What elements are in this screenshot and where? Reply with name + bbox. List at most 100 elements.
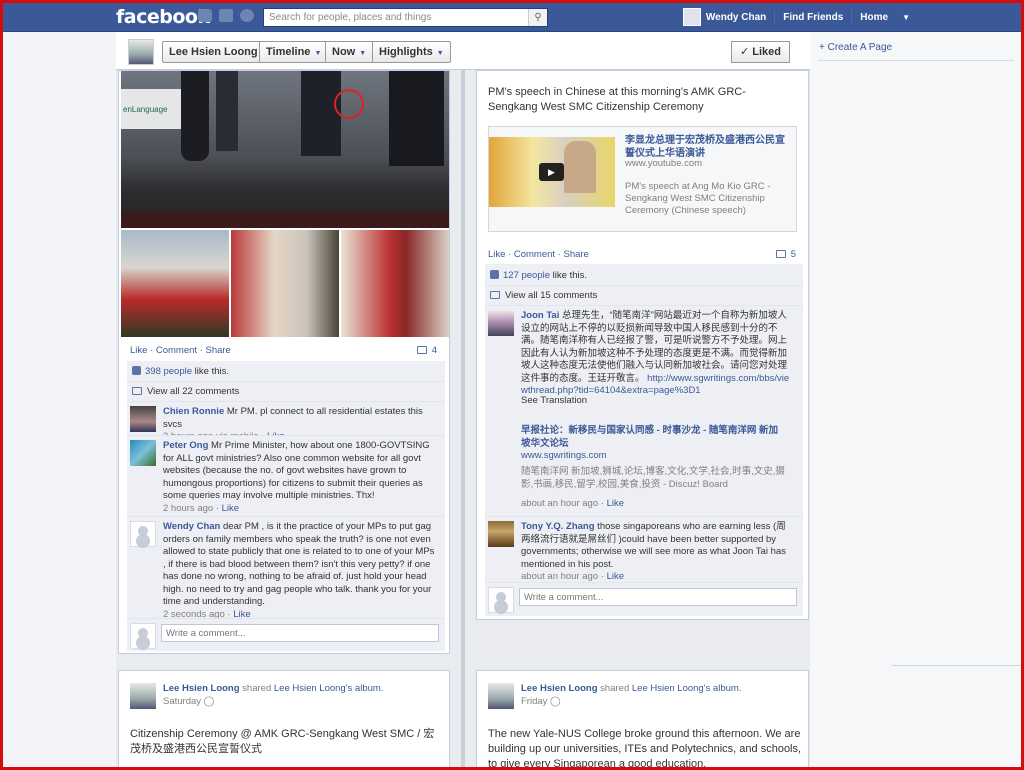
photo-thumbnail[interactable] xyxy=(121,230,229,337)
legs xyxy=(389,71,444,166)
comment-time: about an hour ago xyxy=(521,571,599,582)
shared-target[interactable]: Lee Hsien Loong's xyxy=(274,683,352,694)
view-all-label: View all 22 comments xyxy=(147,386,240,397)
album-link[interactable]: album. xyxy=(713,683,742,694)
facebook-logo[interactable]: facebook xyxy=(116,6,210,28)
post-actions[interactable]: Like · Comment · Share xyxy=(488,249,589,260)
user-name-link[interactable]: Wendy Chan xyxy=(706,12,766,23)
likes-count-link[interactable]: 127 people xyxy=(503,270,550,281)
profile-name-button[interactable]: Lee Hsien Loong xyxy=(162,41,265,63)
post-header: Lee Hsien Loong shared Lee Hsien Loong's… xyxy=(521,683,741,708)
messages-icon[interactable] xyxy=(219,9,233,22)
profile-bar: Lee Hsien Loong Timeline ▼ Now ▼ Highlight… xyxy=(116,32,810,70)
main-photo[interactable]: enLanguage xyxy=(121,71,449,228)
home-link[interactable]: Home xyxy=(860,12,888,23)
photo-post: enLanguage Like · Comment · Share 4 398 … xyxy=(118,70,450,654)
avatar[interactable] xyxy=(682,8,701,26)
post-actions[interactable]: Like · Comment · Share xyxy=(130,345,231,356)
shared-target[interactable]: Lee Hsien Loong's xyxy=(632,683,710,694)
now-dropdown[interactable]: Now ▼ xyxy=(325,41,374,63)
right-divider-lower xyxy=(892,665,1022,666)
search-placeholder: Search for people, places and things xyxy=(269,12,432,23)
link-title[interactable]: 早报社论：新移民与国家认同感 - 时事沙龙 - 随笔南洋网 新加坡华文论坛 xyxy=(521,425,783,450)
link-description: 随笔南洋网 新加坡,狮城,论坛,博客,文化,文学,社会,时事,文史,摄影,书画,… xyxy=(521,466,785,490)
avatar[interactable] xyxy=(488,521,514,547)
left-background xyxy=(0,32,116,770)
comment-like-link[interactable]: Like xyxy=(607,571,624,582)
video-post: PM's speech in Chinese at this morning's… xyxy=(476,70,809,620)
liked-button[interactable]: ✓ Liked xyxy=(730,41,790,63)
profile-name: Lee Hsien Loong xyxy=(169,46,258,58)
globe-small-icon: ◯ xyxy=(550,695,561,707)
post-header: Lee Hsien Loong shared Lee Hsien Loong's… xyxy=(163,683,383,708)
divider xyxy=(774,10,776,24)
divider xyxy=(851,10,853,24)
comment-count[interactable]: 4 xyxy=(416,345,437,356)
view-all-comments[interactable]: View all 22 comments xyxy=(132,386,239,397)
comment-count[interactable]: 5 xyxy=(775,249,796,260)
comment-text: dear PM , is it the practice of your MPs… xyxy=(163,521,435,607)
view-all-comments[interactable]: View all 15 comments xyxy=(490,290,597,301)
likes-row: 398 people like this. xyxy=(132,366,229,377)
avatar[interactable] xyxy=(130,521,156,547)
photo-thumbnail[interactable] xyxy=(231,230,339,337)
search-input[interactable]: Search for people, places and things ⚲ xyxy=(263,8,548,27)
shared-text: shared xyxy=(239,683,274,694)
comment: Joon Tai 总理先生，“随笔南洋”网站最近对一个自称为新加坡人设立的网站上… xyxy=(521,310,793,398)
post-day[interactable]: Saturday xyxy=(163,696,201,707)
avatar[interactable] xyxy=(130,406,156,432)
comment-author[interactable]: Joon Tai xyxy=(521,310,559,321)
comment-author[interactable]: Chien Ronnie xyxy=(163,406,224,417)
album-post: Lee Hsien Loong shared Lee Hsien Loong's… xyxy=(476,670,809,770)
video-domain: www.youtube.com xyxy=(625,158,703,169)
album-post: Lee Hsien Loong shared Lee Hsien Loong's… xyxy=(118,670,450,770)
right-column xyxy=(810,32,1024,770)
comment-author[interactable]: Wendy Chan xyxy=(163,521,220,532)
legs xyxy=(181,71,209,161)
post-text: PM's speech in Chinese at this morning's… xyxy=(488,86,746,113)
comment-author[interactable]: Tony Y.Q. Zhang xyxy=(521,521,595,532)
search-icon[interactable]: ⚲ xyxy=(528,9,547,26)
people-icon[interactable] xyxy=(198,9,212,22)
play-icon[interactable]: ▶ xyxy=(539,163,564,181)
find-friends-link[interactable]: Find Friends xyxy=(783,12,843,23)
timeline-label: Timeline xyxy=(266,46,311,58)
chevron-down-icon: ▼ xyxy=(359,50,367,57)
view-all-label: View all 15 comments xyxy=(505,290,598,301)
like-icon xyxy=(490,270,499,279)
photo-thumbnail[interactable] xyxy=(341,230,449,337)
video-title[interactable]: 李显龙总理于宏茂桥及盛港西公民宣誓仪式上华语演讲 xyxy=(625,134,793,160)
comment-time: 2 hours ago xyxy=(163,502,214,514)
comment-like-link[interactable]: Like xyxy=(607,498,624,509)
shared-text: shared xyxy=(597,683,632,694)
like-icon xyxy=(132,366,141,375)
video-thumbnail[interactable]: ▶ xyxy=(489,137,615,207)
avatar[interactable] xyxy=(488,310,514,336)
create-page-link[interactable]: + Create A Page xyxy=(819,42,892,53)
avatar[interactable] xyxy=(130,683,156,709)
post-author[interactable]: Lee Hsien Loong xyxy=(163,683,240,694)
album-link[interactable]: album. xyxy=(355,683,384,694)
avatar[interactable] xyxy=(488,683,514,709)
globe-icon[interactable] xyxy=(240,9,254,22)
comment-author[interactable]: Peter Ong xyxy=(163,440,208,451)
likes-count-link[interactable]: 398 people xyxy=(145,366,192,377)
comment-like-link[interactable]: Like xyxy=(222,503,239,514)
write-comment-input[interactable]: Write a comment... xyxy=(161,624,439,642)
profile-avatar[interactable] xyxy=(128,39,154,65)
post-day[interactable]: Friday xyxy=(521,696,547,707)
comment: Tony Y.Q. Zhang those singaporeans who a… xyxy=(521,521,786,582)
comment-icon xyxy=(132,387,142,395)
timeline-dropdown[interactable]: Timeline ▼ xyxy=(259,41,329,63)
write-comment-input[interactable]: Write a comment... xyxy=(519,588,797,606)
post-author[interactable]: Lee Hsien Loong xyxy=(521,683,598,694)
likes-row: 127 people like this. xyxy=(490,270,587,281)
avatar[interactable] xyxy=(130,440,156,466)
globe-small-icon: ◯ xyxy=(203,695,215,707)
account-menu-chevron-icon[interactable]: ▼ xyxy=(902,13,910,22)
chevron-down-icon: ▼ xyxy=(436,50,444,57)
comment: Peter Ong Mr Prime Minister, how about o… xyxy=(163,440,430,514)
comment-count-value: 5 xyxy=(790,249,796,260)
see-translation-link[interactable]: See Translation xyxy=(521,395,587,408)
highlights-dropdown[interactable]: Highlights ▼ xyxy=(372,41,451,63)
